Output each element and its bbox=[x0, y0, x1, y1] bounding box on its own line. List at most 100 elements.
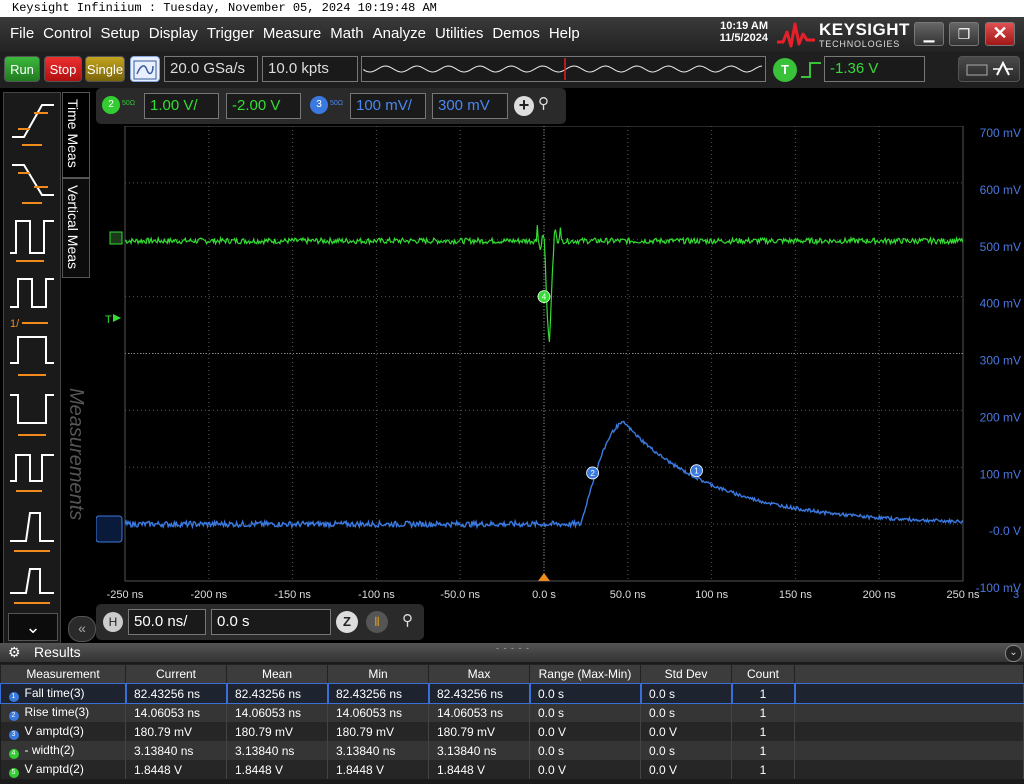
waveform-display[interactable]: -250 ns -200 ns -150 ns -100 ns -50.0 ns 0.0 … bbox=[95, 125, 1024, 601]
trigger-level-field[interactable]: -1.36 V bbox=[824, 56, 925, 82]
marker-button[interactable]: ⦀ bbox=[366, 611, 388, 633]
x-tick-label: -150 ns bbox=[274, 589, 311, 601]
collapse-panel-button[interactable]: « bbox=[68, 616, 96, 642]
x-tick-label: -100 ns bbox=[358, 589, 395, 601]
chevron-down-icon: ⌄ bbox=[25, 617, 41, 637]
resize-grip-icon[interactable]: - - - - - bbox=[496, 643, 530, 653]
measurement-number-icon: 4 bbox=[8, 748, 19, 759]
add-channel-button[interactable]: + bbox=[514, 96, 534, 116]
result-row[interactable]: 5V amptd(2) 1.8448 V 1.8448 V 1.8448 V 1.844… bbox=[0, 760, 1024, 779]
period-icon[interactable] bbox=[10, 220, 54, 262]
menu-setup[interactable]: Setup bbox=[101, 25, 140, 42]
column-header[interactable]: Max bbox=[428, 664, 530, 684]
results-column-headers: Measurement Current Mean Min Max Range (Max-M… bbox=[0, 664, 1024, 684]
result-cell-range: 0.0 V bbox=[529, 760, 641, 779]
menu-display[interactable]: Display bbox=[149, 25, 198, 42]
measurement-number-icon: 3 bbox=[8, 729, 19, 740]
memory-depth-field[interactable]: 10.0 kpts bbox=[262, 56, 358, 82]
tab-time-meas[interactable]: Time Meas bbox=[62, 92, 90, 178]
gear-icon[interactable]: ⚙ bbox=[8, 644, 21, 661]
result-cell-current: 82.43256 ns bbox=[124, 682, 228, 704]
toolbar: Run Stop Single 20.0 GSa/s 10.0 kpts T -… bbox=[0, 52, 1024, 88]
result-row[interactable]: 2 Rise time(3) 14.06053 ns 14.06053 ns 14.06… bbox=[0, 703, 1024, 722]
frequency-icon[interactable]: 1/ bbox=[10, 278, 54, 330]
collapse-results-button[interactable]: ⌄ bbox=[1005, 645, 1022, 662]
delay-icon[interactable] bbox=[10, 568, 54, 604]
column-header[interactable]: Min bbox=[327, 664, 429, 684]
zoom-button[interactable]: Z bbox=[336, 611, 358, 633]
menu-measure[interactable]: Measure bbox=[263, 25, 321, 42]
result-row[interactable]: 3V amptd(3) 180.79 mV 180.79 mV 180.79 mV 18… bbox=[0, 722, 1024, 741]
y-tick-label: 500 mV bbox=[980, 240, 1021, 254]
overview-waveform-icon bbox=[363, 58, 763, 80]
channel-2-offset-field[interactable]: -2.00 V bbox=[226, 93, 301, 119]
menu-demos[interactable]: Demos bbox=[492, 25, 540, 42]
column-header[interactable]: Std Dev bbox=[640, 664, 732, 684]
stop-button[interactable]: Stop bbox=[44, 56, 82, 82]
menu-file[interactable]: File bbox=[10, 25, 34, 42]
column-header[interactable]: Range (Max-Min) bbox=[529, 664, 641, 684]
channel-3-scale-field[interactable]: 100 mV/ bbox=[350, 93, 426, 119]
y-tick-label: 300 mV bbox=[980, 354, 1021, 368]
close-button[interactable]: ✕ bbox=[985, 22, 1015, 46]
column-header[interactable]: Measurement bbox=[0, 664, 126, 684]
result-row[interactable]: 4- width(2) 3.13840 ns 3.13840 ns 3.13840 n… bbox=[0, 741, 1024, 760]
horizontal-badge[interactable]: H bbox=[103, 612, 123, 632]
menu-control[interactable]: Control bbox=[43, 25, 91, 42]
trigger-edge-icon bbox=[801, 62, 821, 78]
touch-mode-button[interactable] bbox=[958, 56, 1020, 82]
overview-trace bbox=[363, 65, 763, 73]
menu-trigger[interactable]: Trigger bbox=[207, 25, 254, 42]
tab-vertical-meas[interactable]: Vertical Meas bbox=[62, 178, 90, 278]
column-header[interactable]: Current bbox=[125, 664, 227, 684]
result-cell-count: 1 bbox=[731, 760, 795, 779]
fall-time-icon[interactable] bbox=[12, 164, 54, 204]
measurement-number-icon: 1 bbox=[8, 691, 19, 702]
sample-rate-field[interactable]: 20.0 GSa/s bbox=[164, 56, 258, 82]
time-position-field[interactable]: 0.0 s bbox=[211, 609, 331, 635]
result-cell-min: 14.06053 ns bbox=[327, 703, 429, 722]
result-cell-mean: 180.79 mV bbox=[226, 722, 328, 741]
channel-2-badge[interactable]: 2 bbox=[102, 96, 120, 114]
menu-utilities[interactable]: Utilities bbox=[435, 25, 483, 42]
y-tick-label: 600 mV bbox=[980, 183, 1021, 197]
result-cell-filler bbox=[794, 741, 1024, 760]
run-button[interactable]: Run bbox=[4, 56, 40, 82]
menu-analyze[interactable]: Analyze bbox=[373, 25, 426, 42]
scroll-down-button[interactable]: ⌄ bbox=[8, 613, 58, 641]
channel-2-ground-icon bbox=[109, 231, 123, 245]
timebase-pin-button[interactable]: ⚲ bbox=[402, 611, 413, 629]
burst-width-icon[interactable] bbox=[10, 512, 54, 552]
menu-help[interactable]: Help bbox=[549, 25, 580, 42]
result-cell-range: 0.0 V bbox=[529, 722, 641, 741]
column-header[interactable]: Mean bbox=[226, 664, 328, 684]
y-tick-label: 200 mV bbox=[980, 410, 1021, 424]
autoscale-button[interactable] bbox=[130, 56, 160, 82]
measurement-name: Rise time(3) bbox=[24, 704, 90, 719]
result-row[interactable]: 1 Fall time(3) 82.43256 ns 82.43256 ns 82.43… bbox=[0, 682, 1024, 704]
result-cell-std: 0.0 V bbox=[640, 722, 732, 741]
waveform-marker-label: 4 bbox=[542, 293, 547, 302]
duty-cycle-icon[interactable] bbox=[10, 454, 54, 492]
results-header: ⚙ Results - - - - - ⌄ bbox=[0, 643, 1024, 662]
trigger-badge[interactable]: T bbox=[773, 58, 797, 82]
column-header[interactable]: Count bbox=[731, 664, 795, 684]
channel-2-scale-field[interactable]: 1.00 V/ bbox=[144, 93, 219, 119]
channel-3-offset-field[interactable]: 300 mV bbox=[432, 93, 508, 119]
pin-button[interactable]: ⚲ bbox=[538, 94, 554, 116]
result-cell-mean: 1.8448 V bbox=[226, 760, 328, 779]
markers-icon: ⦀ bbox=[374, 615, 380, 629]
positive-width-icon[interactable] bbox=[10, 336, 54, 376]
column-header-filler bbox=[794, 664, 1024, 684]
tab-time-meas-label: Time Meas bbox=[65, 99, 81, 168]
single-button[interactable]: Single bbox=[85, 56, 125, 82]
negative-width-icon[interactable] bbox=[10, 394, 54, 436]
waveform-overview[interactable] bbox=[361, 56, 766, 82]
channel-3-badge[interactable]: 3 bbox=[310, 96, 328, 114]
measurement-icons: 1/ bbox=[10, 104, 54, 604]
rise-time-icon[interactable] bbox=[12, 104, 54, 146]
restore-button[interactable]: ❐ bbox=[949, 22, 979, 46]
time-scale-field[interactable]: 50.0 ns/ bbox=[128, 609, 206, 635]
minimize-button[interactable]: ▁ bbox=[914, 22, 944, 46]
menu-math[interactable]: Math bbox=[330, 25, 363, 42]
